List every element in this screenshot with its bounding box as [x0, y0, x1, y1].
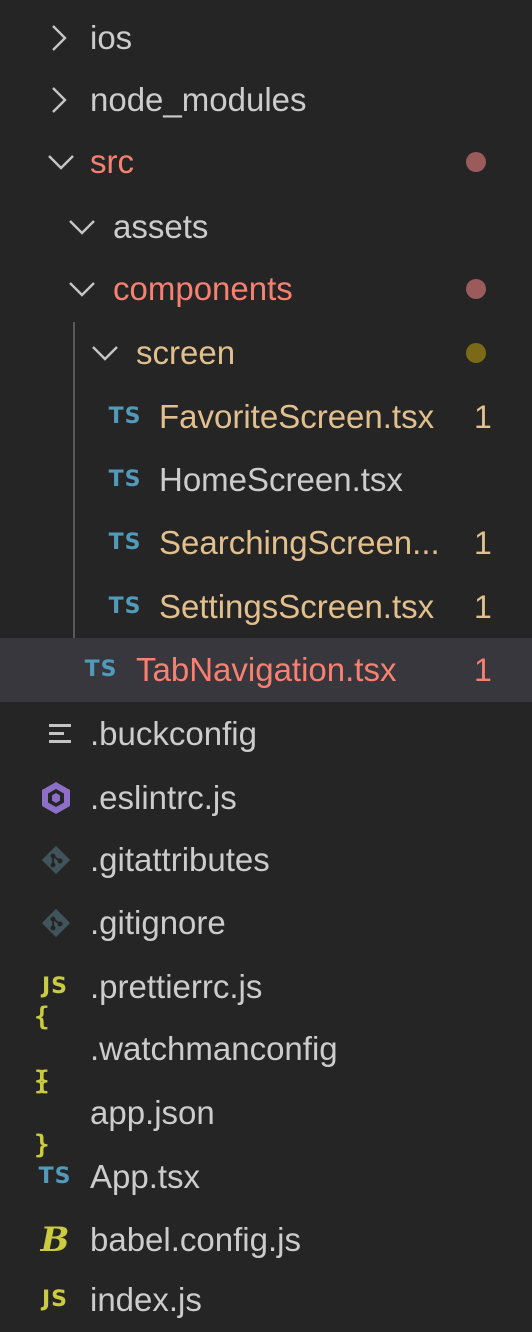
file-watchmanconfig[interactable]: { } .watchmanconfig: [0, 1002, 532, 1096]
file-gitignore[interactable]: .gitignore: [0, 891, 532, 955]
folder-src[interactable]: src: [0, 130, 532, 194]
warning-dot-indicator: [466, 343, 486, 363]
eslint-icon: [36, 766, 76, 830]
file-prettierrc[interactable]: JS .prettierrc.js: [0, 955, 532, 1019]
javascript-file-icon: JS: [41, 1287, 69, 1312]
folder-label: src: [90, 143, 134, 180]
folder-label: ios: [90, 19, 133, 56]
file-label: app.json: [90, 1094, 215, 1131]
chevron-down-icon: [47, 130, 75, 194]
problem-count-badge: 1: [474, 399, 492, 435]
file-label: TabNavigation.tsx: [136, 651, 397, 688]
folder-node-modules[interactable]: node_modules: [0, 68, 532, 132]
error-dot-indicator: [466, 279, 486, 299]
file-settings-screen[interactable]: TS SettingsScreen.tsx 1: [0, 575, 532, 639]
file-label: SettingsScreen.tsx: [159, 588, 435, 625]
typescript-file-icon: TS: [108, 404, 142, 429]
babel-icon: B: [40, 1220, 70, 1260]
chevron-right-icon: [47, 68, 71, 132]
folder-ios[interactable]: ios: [0, 6, 532, 70]
file-label: index.js: [90, 1281, 202, 1318]
problem-count-badge: 1: [474, 589, 492, 625]
file-explorer-tree: ios node_modules src assets components s…: [0, 0, 532, 1318]
file-label: FavoriteScreen.tsx: [159, 398, 435, 435]
file-buckconfig[interactable]: .buckconfig: [0, 702, 532, 766]
problem-count-badge: 1: [474, 652, 492, 688]
folder-screen[interactable]: screen: [0, 321, 532, 385]
file-label: App.tsx: [90, 1158, 201, 1195]
typescript-file-icon: TS: [108, 530, 142, 555]
folder-label: assets: [113, 208, 209, 245]
chevron-right-icon: [47, 6, 71, 70]
folder-label: components: [113, 270, 293, 307]
git-icon: [38, 828, 74, 892]
file-label: babel.config.js: [90, 1221, 301, 1258]
file-label: .watchmanconfig: [90, 1030, 338, 1067]
file-searching-screen[interactable]: TS SearchingScreen... 1: [0, 511, 532, 575]
chevron-down-icon: [68, 257, 96, 321]
file-label: SearchingScreen...: [159, 524, 440, 561]
file-tab-navigation[interactable]: TS TabNavigation.tsx 1: [0, 638, 532, 702]
file-babel-config[interactable]: B babel.config.js: [0, 1208, 532, 1272]
file-label: .gitattributes: [90, 841, 270, 878]
file-label: HomeScreen.tsx: [159, 461, 403, 498]
file-home-screen[interactable]: TS HomeScreen.tsx: [0, 448, 532, 512]
chevron-down-icon: [91, 321, 119, 385]
folder-assets[interactable]: assets: [0, 195, 532, 259]
chevron-down-icon: [68, 195, 96, 259]
file-favorite-screen[interactable]: TS FavoriteScreen.tsx 1: [0, 385, 532, 449]
error-dot-indicator: [466, 152, 486, 172]
file-app-json[interactable]: { } app.json: [0, 1066, 532, 1160]
typescript-file-icon: TS: [108, 467, 142, 492]
file-label: .gitignore: [90, 904, 226, 941]
folder-components[interactable]: components: [0, 257, 532, 321]
git-icon: [38, 891, 74, 955]
typescript-file-icon: TS: [108, 594, 142, 619]
file-eslintrc[interactable]: .eslintrc.js: [0, 766, 532, 830]
settings-lines-icon: [44, 702, 76, 766]
typescript-file-icon: TS: [38, 1164, 72, 1189]
file-app-tsx[interactable]: TS App.tsx: [0, 1145, 532, 1209]
file-label: .prettierrc.js: [90, 968, 263, 1005]
typescript-file-icon: TS: [84, 657, 118, 682]
problem-count-badge: 1: [474, 525, 492, 561]
file-gitattributes[interactable]: .gitattributes: [0, 828, 532, 892]
folder-label: screen: [136, 334, 236, 371]
folder-label: node_modules: [90, 81, 307, 118]
file-index-js[interactable]: JS index.js: [0, 1268, 532, 1332]
file-label: .buckconfig: [90, 715, 257, 752]
json-braces-icon: { }: [34, 1066, 52, 1160]
file-label: .eslintrc.js: [90, 779, 237, 816]
